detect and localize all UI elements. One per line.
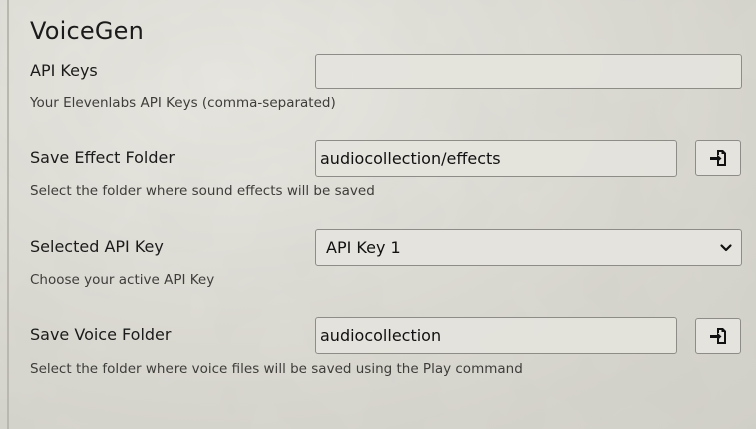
chevron-down-icon: [720, 244, 732, 252]
api-keys-label: API Keys: [30, 61, 98, 80]
file-import-icon: [710, 150, 726, 166]
section-title: VoiceGen: [30, 17, 145, 45]
selected-api-key-hint: Choose your active API Key: [30, 272, 215, 288]
file-import-icon: [710, 328, 726, 344]
selected-api-key-select[interactable]: API Key 1: [315, 229, 742, 266]
save-effect-folder-label: Save Effect Folder: [30, 148, 175, 167]
save-effect-folder-input[interactable]: [315, 140, 677, 177]
save-voice-folder-picker-button[interactable]: [695, 318, 741, 354]
api-keys-input[interactable]: [315, 54, 742, 89]
save-voice-folder-hint: Select the folder where voice files will…: [30, 361, 523, 377]
save-voice-folder-label: Save Voice Folder: [30, 325, 172, 344]
save-effect-folder-picker-button[interactable]: [695, 140, 741, 176]
api-keys-hint: Your Elevenlabs API Keys (comma-separate…: [30, 95, 336, 111]
sidebar-divider: [7, 0, 9, 429]
save-effect-folder-hint: Select the folder where sound effects wi…: [30, 183, 375, 199]
selected-api-key-value: API Key 1: [326, 238, 401, 257]
selected-api-key-label: Selected API Key: [30, 237, 164, 256]
save-voice-folder-input[interactable]: [315, 317, 677, 354]
